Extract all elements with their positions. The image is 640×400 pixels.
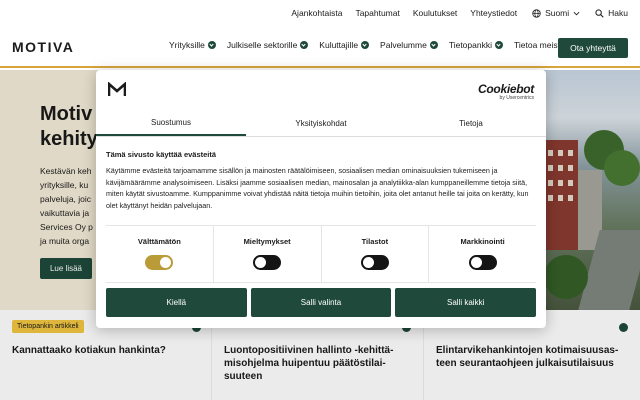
toggle-markkinointi[interactable] <box>468 255 497 270</box>
switch-label: Markkinointi <box>460 237 505 246</box>
search-button[interactable]: Haku <box>595 8 628 18</box>
contact-button[interactable]: Ota yhteyttä <box>558 38 628 58</box>
consent-buttons: Kiellä Salli valinta Salli kaikki <box>106 288 537 317</box>
nav-label: Kuluttajille <box>319 40 359 50</box>
nav-label: Yrityksille <box>169 40 205 50</box>
tab-tietoja[interactable]: Tietoja <box>396 110 546 136</box>
cookiebot-name: Cookiebot <box>478 82 534 96</box>
allow-all-button[interactable]: Salli kaikki <box>395 288 537 317</box>
search-label: Haku <box>608 8 628 18</box>
switch-label: Mieltymykset <box>243 237 291 246</box>
consent-tabs: Suostumus Yksityiskohdat Tietoja <box>96 110 546 137</box>
utility-link-yhteystiedot[interactable]: Yhteystiedot <box>470 8 517 18</box>
allow-selection-button[interactable]: Salli valinta <box>250 288 392 317</box>
consent-body: Käytämme evästeitä tarjoamamme sisällön … <box>106 166 529 210</box>
consent-heading: Tämä sivusto käyttää evästeitä <box>106 150 217 159</box>
chevron-down-icon <box>300 41 309 49</box>
switch-group-mieltymykset: Mieltymykset <box>214 226 322 282</box>
motiva-logo-icon <box>108 82 126 96</box>
cookie-consent-dialog: Cookiebot by Usercentrics Suostumus Yksi… <box>96 70 546 328</box>
utility-nav: Ajankohtaista Tapahtumat Koulutukset Yht… <box>0 0 640 26</box>
main-header: MOTIVA Yrityksille Julkiselle sektorille… <box>0 26 640 68</box>
language-selector[interactable]: Suomi <box>532 8 580 18</box>
switch-group-markkinointi: Markkinointi <box>429 226 536 282</box>
switch-group-tilastot: Tilastot <box>322 226 430 282</box>
switch-label: Tilastot <box>361 237 389 246</box>
switch-label: Välttämätön <box>137 237 181 246</box>
nav-item-yrityksille[interactable]: Yrityksille <box>169 40 216 50</box>
nav-item-tietopankki[interactable]: Tietopankki <box>449 40 503 50</box>
consent-switches: Välttämätön Mieltymykset Tilastot Markki… <box>106 225 536 283</box>
switch-group-valttamaton: Välttämätön <box>106 226 214 282</box>
utility-link-tapahtumat[interactable]: Tapahtumat <box>355 8 399 18</box>
tab-suostumus[interactable]: Suostumus <box>96 110 246 136</box>
chevron-down-icon <box>494 41 503 49</box>
chevron-down-icon <box>573 11 580 15</box>
cookiebot-logo[interactable]: Cookiebot by Usercentrics <box>478 82 534 101</box>
deny-button[interactable]: Kiellä <box>106 288 247 317</box>
search-icon <box>595 8 604 18</box>
nav-item-kuluttajille[interactable]: Kuluttajille <box>319 40 370 50</box>
utility-link-ajankohtaista[interactable]: Ajankohtaista <box>291 8 342 18</box>
utility-link-koulutukset[interactable]: Koulutukset <box>413 8 457 18</box>
language-label: Suomi <box>545 8 570 18</box>
chevron-down-icon <box>429 41 438 49</box>
nav-item-palvelumme[interactable]: Palvelumme <box>380 40 438 50</box>
site-logo[interactable]: MOTIVA <box>12 39 74 55</box>
nav-label: Tietopankki <box>448 40 492 50</box>
globe-icon <box>532 8 541 18</box>
toggle-tilastot[interactable] <box>360 255 389 270</box>
chevron-down-icon <box>361 41 370 49</box>
main-nav: Yrityksille Julkiselle sektorille Kulutt… <box>169 40 587 50</box>
toggle-mieltymykset[interactable] <box>253 255 282 270</box>
toggle-valttamaton[interactable] <box>145 255 174 270</box>
nav-label: Julkiselle sektorille <box>226 40 298 50</box>
chevron-down-icon <box>207 41 216 49</box>
nav-item-julkiselle-sektorille[interactable]: Julkiselle sektorille <box>226 40 309 50</box>
tab-yksityiskohdat[interactable]: Yksityiskohdat <box>246 110 396 136</box>
nav-label: Palvelumme <box>380 40 427 50</box>
